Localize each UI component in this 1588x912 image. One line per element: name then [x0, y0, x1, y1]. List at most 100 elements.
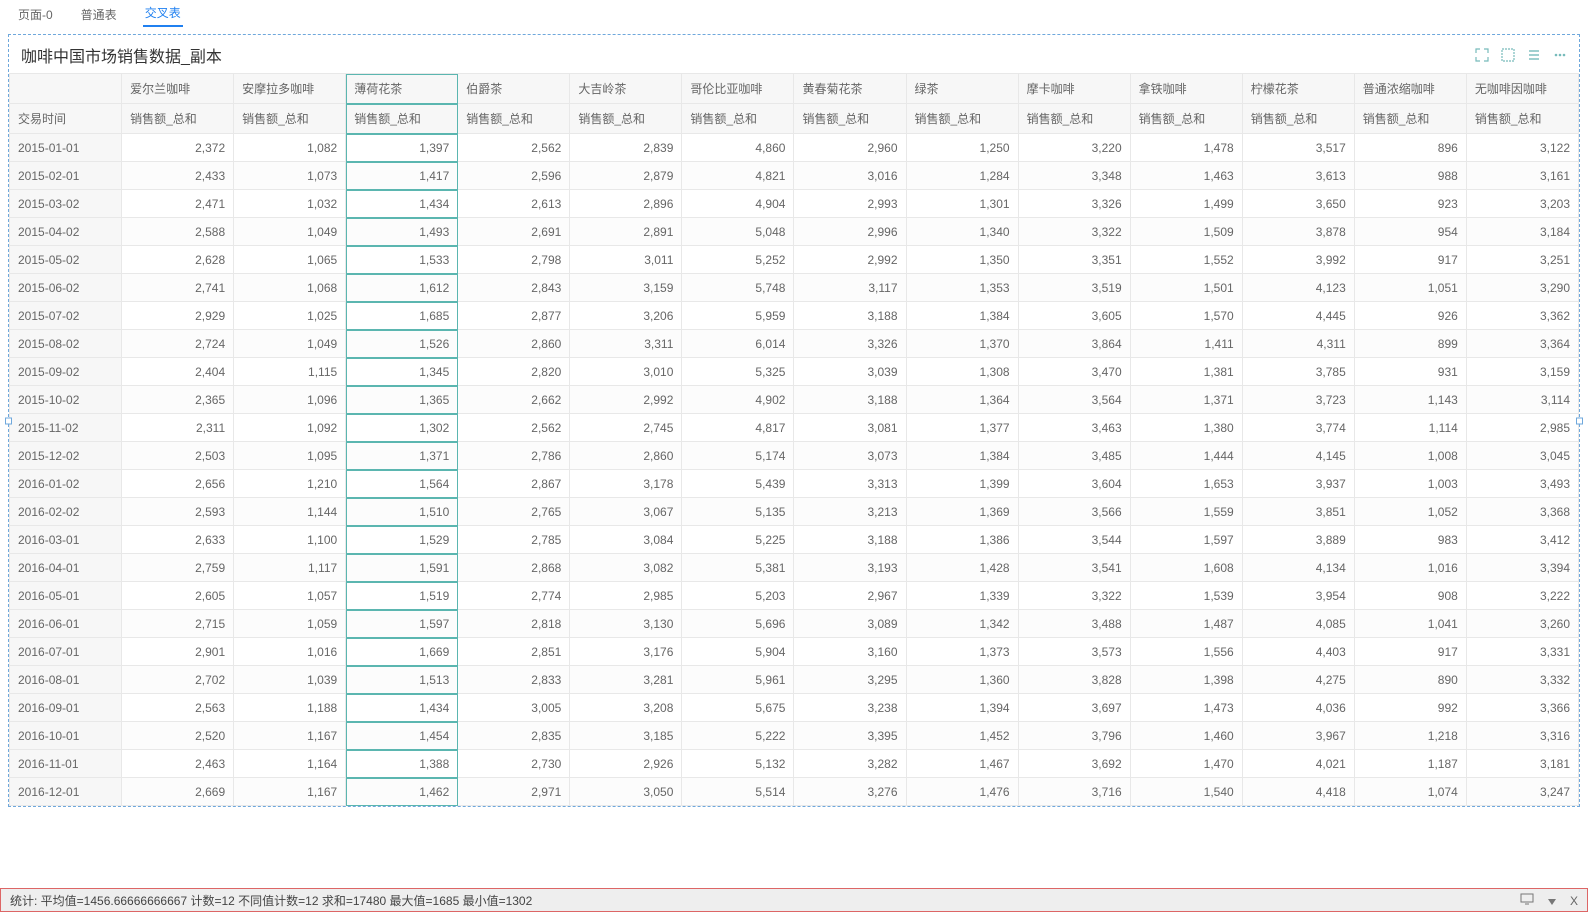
data-cell[interactable]: 3,851: [1242, 498, 1354, 526]
data-cell[interactable]: 3,160: [794, 638, 906, 666]
data-cell[interactable]: 1,386: [906, 526, 1018, 554]
data-cell[interactable]: 1,384: [906, 442, 1018, 470]
row-header-date[interactable]: 2016-06-01: [10, 610, 122, 638]
data-cell[interactable]: 3,181: [1466, 750, 1578, 778]
data-cell[interactable]: 2,562: [458, 414, 570, 442]
data-cell[interactable]: 1,164: [234, 750, 346, 778]
row-header-date[interactable]: 2016-07-01: [10, 638, 122, 666]
data-cell[interactable]: 4,418: [1242, 778, 1354, 806]
data-cell[interactable]: 5,048: [682, 218, 794, 246]
data-cell[interactable]: 3,208: [570, 694, 682, 722]
data-cell[interactable]: 890: [1354, 666, 1466, 694]
col-subheader[interactable]: 销售额_总和: [122, 104, 234, 134]
data-cell[interactable]: 1,552: [1130, 246, 1242, 274]
data-cell[interactable]: 1,096: [234, 386, 346, 414]
data-cell[interactable]: 3,084: [570, 526, 682, 554]
data-cell[interactable]: 1,065: [234, 246, 346, 274]
col-header-product[interactable]: 摩卡咖啡: [1018, 74, 1130, 104]
data-cell[interactable]: 5,381: [682, 554, 794, 582]
data-cell[interactable]: 1,463: [1130, 162, 1242, 190]
data-cell[interactable]: 3,650: [1242, 190, 1354, 218]
data-cell[interactable]: 3,785: [1242, 358, 1354, 386]
data-cell[interactable]: 1,041: [1354, 610, 1466, 638]
data-cell[interactable]: 3,774: [1242, 414, 1354, 442]
data-cell[interactable]: 1,051: [1354, 274, 1466, 302]
data-cell[interactable]: 1,188: [234, 694, 346, 722]
data-cell[interactable]: 4,817: [682, 414, 794, 442]
data-cell[interactable]: 3,081: [794, 414, 906, 442]
data-cell[interactable]: 3,566: [1018, 498, 1130, 526]
data-cell[interactable]: 3,331: [1466, 638, 1578, 666]
row-dimension-header[interactable]: 交易时间: [10, 104, 122, 134]
data-cell[interactable]: 1,218: [1354, 722, 1466, 750]
data-cell[interactable]: 2,996: [794, 218, 906, 246]
row-header-date[interactable]: 2015-07-02: [10, 302, 122, 330]
data-cell[interactable]: 2,993: [794, 190, 906, 218]
data-cell[interactable]: 3,010: [570, 358, 682, 386]
data-cell[interactable]: 5,252: [682, 246, 794, 274]
data-cell[interactable]: 2,311: [122, 414, 234, 442]
data-cell[interactable]: 1,059: [234, 610, 346, 638]
data-cell[interactable]: 2,901: [122, 638, 234, 666]
data-cell[interactable]: 3,176: [570, 638, 682, 666]
data-cell[interactable]: 3,206: [570, 302, 682, 330]
data-cell[interactable]: 1,371: [1130, 386, 1242, 414]
data-cell[interactable]: 2,613: [458, 190, 570, 218]
data-cell[interactable]: 3,332: [1466, 666, 1578, 694]
data-cell[interactable]: 1,685: [346, 302, 458, 330]
data-cell[interactable]: 954: [1354, 218, 1466, 246]
data-cell[interactable]: 3,937: [1242, 470, 1354, 498]
data-cell[interactable]: 1,462: [346, 778, 458, 806]
data-cell[interactable]: 1,473: [1130, 694, 1242, 722]
data-cell[interactable]: 2,562: [458, 134, 570, 162]
data-cell[interactable]: 2,877: [458, 302, 570, 330]
data-cell[interactable]: 2,741: [122, 274, 234, 302]
row-header-date[interactable]: 2016-10-01: [10, 722, 122, 750]
col-subheader[interactable]: 销售额_总和: [234, 104, 346, 134]
data-cell[interactable]: 1,167: [234, 778, 346, 806]
data-cell[interactable]: 1,360: [906, 666, 1018, 694]
data-cell[interactable]: 3,220: [1018, 134, 1130, 162]
data-cell[interactable]: 3,122: [1466, 134, 1578, 162]
tab-2[interactable]: 交叉表: [143, 0, 183, 27]
data-cell[interactable]: 1,370: [906, 330, 1018, 358]
row-header-date[interactable]: 2015-01-01: [10, 134, 122, 162]
data-cell[interactable]: 3,470: [1018, 358, 1130, 386]
data-cell[interactable]: 1,082: [234, 134, 346, 162]
data-cell[interactable]: 2,960: [794, 134, 906, 162]
data-cell[interactable]: 2,593: [122, 498, 234, 526]
data-cell[interactable]: 5,225: [682, 526, 794, 554]
data-cell[interactable]: 1,470: [1130, 750, 1242, 778]
data-cell[interactable]: 2,433: [122, 162, 234, 190]
col-subheader[interactable]: 销售额_总和: [1018, 104, 1130, 134]
col-header-product[interactable]: 爱尔兰咖啡: [122, 74, 234, 104]
data-cell[interactable]: 1,032: [234, 190, 346, 218]
data-cell[interactable]: 3,039: [794, 358, 906, 386]
data-cell[interactable]: 1,301: [906, 190, 1018, 218]
tab-1[interactable]: 普通表: [79, 2, 119, 27]
data-cell[interactable]: 5,675: [682, 694, 794, 722]
data-cell[interactable]: 1,114: [1354, 414, 1466, 442]
data-cell[interactable]: 1,095: [234, 442, 346, 470]
col-header-product[interactable]: 大吉岭茶: [570, 74, 682, 104]
data-cell[interactable]: 3,073: [794, 442, 906, 470]
data-cell[interactable]: 1,308: [906, 358, 1018, 386]
row-header-date[interactable]: 2015-04-02: [10, 218, 122, 246]
data-cell[interactable]: 3,050: [570, 778, 682, 806]
data-cell[interactable]: 2,605: [122, 582, 234, 610]
data-cell[interactable]: 3,348: [1018, 162, 1130, 190]
data-cell[interactable]: 5,961: [682, 666, 794, 694]
tab-0[interactable]: 页面-0: [16, 2, 55, 27]
row-header-date[interactable]: 2016-02-02: [10, 498, 122, 526]
data-cell[interactable]: 3,604: [1018, 470, 1130, 498]
data-cell[interactable]: 5,748: [682, 274, 794, 302]
data-cell[interactable]: 4,904: [682, 190, 794, 218]
data-cell[interactable]: 1,519: [346, 582, 458, 610]
data-cell[interactable]: 3,889: [1242, 526, 1354, 554]
data-cell[interactable]: 2,835: [458, 722, 570, 750]
data-cell[interactable]: 3,193: [794, 554, 906, 582]
data-cell[interactable]: 3,878: [1242, 218, 1354, 246]
data-cell[interactable]: 5,174: [682, 442, 794, 470]
data-cell[interactable]: 3,016: [794, 162, 906, 190]
statusbar-dropdown-icon[interactable]: [1548, 894, 1556, 908]
